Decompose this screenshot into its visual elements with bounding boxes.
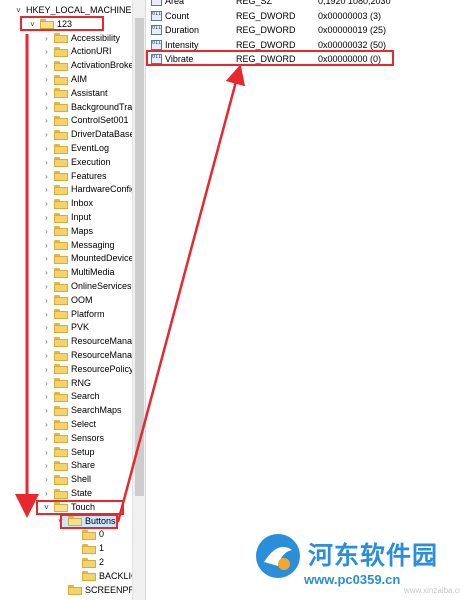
watermark-title: 河东软件园 xyxy=(308,541,439,570)
annotation-arrows xyxy=(15,34,246,523)
watermark: 河东软件园 www.pc0359.cn www.xinzaiba.com xyxy=(254,528,460,600)
arrow-to-vibrate xyxy=(116,64,246,523)
watermark-faint-url: www.xinzaiba.com xyxy=(404,586,460,595)
watermark-url: www.pc0359.cn xyxy=(304,572,401,587)
watermark-logo-icon xyxy=(256,534,300,578)
